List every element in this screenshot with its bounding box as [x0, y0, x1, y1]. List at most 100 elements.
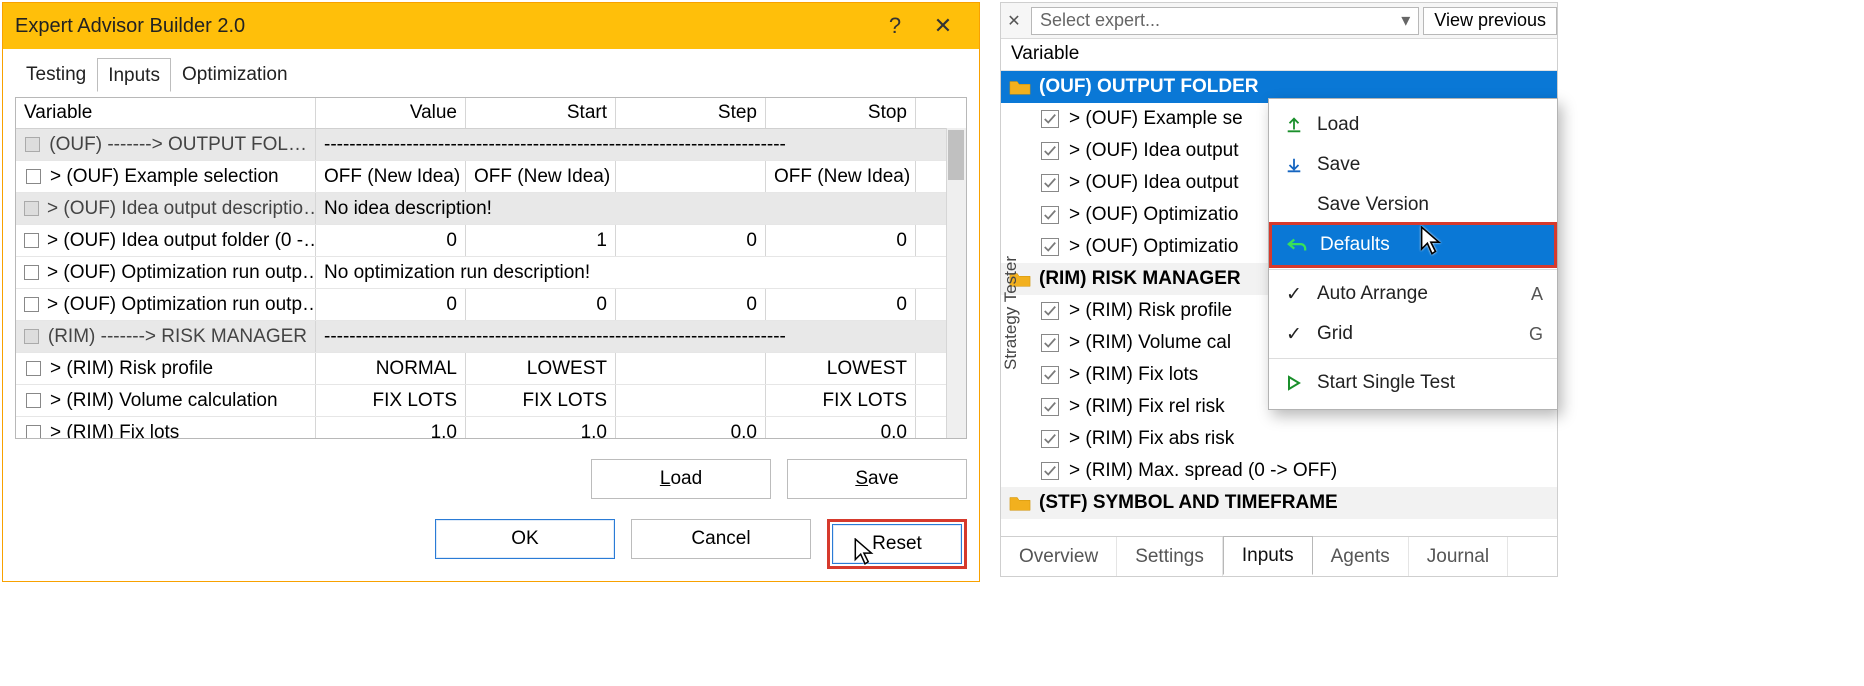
cell-value[interactable]: No optimization run description!	[316, 257, 966, 288]
cell-variable[interactable]: > (RIM) Fix lots	[16, 417, 316, 439]
view-previous-button[interactable]: View previous	[1423, 7, 1557, 35]
cell-start[interactable]: LOWEST	[466, 353, 616, 384]
grid-row[interactable]: > (OUF) Idea output folder (0 -…0100	[16, 225, 966, 257]
col-start[interactable]: Start	[466, 98, 616, 128]
checkbox-icon[interactable]	[1041, 366, 1059, 384]
grid-row[interactable]: > (OUF) Idea output descriptio…No idea d…	[16, 193, 966, 225]
cell-variable[interactable]: > (RIM) Risk profile	[16, 353, 316, 384]
cell-variable[interactable]: > (OUF) Optimization run outp…	[16, 257, 316, 288]
tab-journal[interactable]: Journal	[1409, 537, 1508, 576]
checkbox-icon[interactable]	[1041, 302, 1059, 320]
cell-variable[interactable]: > (OUF) Example selection	[16, 161, 316, 192]
cell-stop[interactable]: 0.0	[766, 417, 916, 439]
cell-start[interactable]: 0	[466, 289, 616, 320]
cell-stop[interactable]: LOWEST	[766, 353, 916, 384]
ctx-auto-arrange[interactable]: ✓ Auto Arrange A	[1269, 274, 1557, 314]
reset-button[interactable]: Reset	[832, 524, 962, 564]
cell-step[interactable]: 0	[616, 289, 766, 320]
cell-variable[interactable]: > (OUF) Idea output descriptio…	[16, 193, 316, 224]
tab-agents[interactable]: Agents	[1313, 537, 1409, 576]
checkbox-icon[interactable]	[26, 361, 41, 376]
checkbox-icon[interactable]	[26, 425, 41, 439]
checkbox-icon[interactable]	[24, 297, 39, 312]
cell-val[interactable]: 0	[316, 225, 466, 256]
cell-variable[interactable]: (RIM) -------> RISK MANAGER	[16, 321, 316, 352]
inputs-grid[interactable]: Variable Value Start Step Stop (OUF) ---…	[15, 97, 967, 439]
cell-variable[interactable]: > (OUF) Optimization run outp…	[16, 289, 316, 320]
load-button[interactable]: Load	[591, 459, 771, 499]
grid-row[interactable]: > (RIM) Volume calculationFIX LOTSFIX LO…	[16, 385, 966, 417]
cell-step[interactable]	[616, 161, 766, 192]
context-menu[interactable]: Load Save Save Version Defaults ✓ Auto A…	[1268, 98, 1558, 410]
tab-inputs[interactable]: Inputs	[97, 58, 171, 92]
col-variable[interactable]: Variable	[16, 98, 316, 128]
grid-row[interactable]: > (RIM) Fix lots1.01.00.00.0	[16, 417, 966, 439]
ctx-start-single-test[interactable]: Start Single Test	[1269, 363, 1557, 403]
grid-scrollbar[interactable]	[946, 128, 966, 438]
cell-stop[interactable]: FIX LOTS	[766, 385, 916, 416]
cell-variable[interactable]: > (RIM) Volume calculation	[16, 385, 316, 416]
cell-val[interactable]: 1.0	[316, 417, 466, 439]
checkbox-icon[interactable]	[26, 169, 41, 184]
checkbox-icon[interactable]	[1041, 398, 1059, 416]
grid-scroll-thumb[interactable]	[948, 130, 964, 180]
tab-overview[interactable]: Overview	[1001, 537, 1117, 576]
tree-item[interactable]: > (RIM) Max. spread (0 -> OFF)	[1001, 455, 1557, 487]
tab-optimization[interactable]: Optimization	[171, 57, 299, 91]
checkbox-icon[interactable]	[1041, 334, 1059, 352]
col-value[interactable]: Value	[316, 98, 466, 128]
grid-row[interactable]: > (OUF) Optimization run outp…0000	[16, 289, 966, 321]
cell-val[interactable]: 0	[316, 289, 466, 320]
cell-stop[interactable]: 0	[766, 289, 916, 320]
cell-step[interactable]: 0	[616, 225, 766, 256]
col-step[interactable]: Step	[616, 98, 766, 128]
cell-stop[interactable]: OFF (New Idea)	[766, 161, 916, 192]
cell-val[interactable]: NORMAL	[316, 353, 466, 384]
ctx-load[interactable]: Load	[1269, 105, 1557, 145]
ctx-grid[interactable]: ✓ Grid G	[1269, 314, 1557, 354]
ok-button[interactable]: OK	[435, 519, 615, 559]
checkbox-icon[interactable]	[1041, 142, 1059, 160]
checkbox-icon[interactable]	[1041, 110, 1059, 128]
cell-value[interactable]: ----------------------------------------…	[316, 129, 966, 160]
cell-start[interactable]: OFF (New Idea)	[466, 161, 616, 192]
checkbox-icon[interactable]	[24, 265, 39, 280]
checkbox-icon[interactable]	[26, 393, 41, 408]
grid-row[interactable]: > (RIM) Risk profileNORMALLOWESTLOWEST	[16, 353, 966, 385]
ctx-defaults[interactable]: Defaults	[1269, 225, 1557, 265]
cell-step[interactable]	[616, 353, 766, 384]
cell-step[interactable]	[616, 385, 766, 416]
tab-inputs[interactable]: Inputs	[1223, 536, 1313, 575]
checkbox-icon[interactable]	[1041, 174, 1059, 192]
ctx-save-version[interactable]: Save Version	[1269, 185, 1557, 225]
grid-row[interactable]: > (OUF) Optimization run outp…No optimiz…	[16, 257, 966, 289]
tab-settings[interactable]: Settings	[1117, 537, 1223, 576]
checkbox-icon[interactable]	[1041, 430, 1059, 448]
grid-row[interactable]: (OUF) -------> OUTPUT FOL…--------------…	[16, 129, 966, 161]
checkbox-icon[interactable]	[1041, 238, 1059, 256]
dialog-titlebar[interactable]: Expert Advisor Builder 2.0 ? ✕	[3, 3, 979, 49]
cell-variable[interactable]: > (OUF) Idea output folder (0 -…	[16, 225, 316, 256]
col-stop[interactable]: Stop	[766, 98, 916, 128]
expert-select[interactable]: Select expert... ▾	[1031, 7, 1419, 35]
close-button[interactable]: ✕	[919, 3, 967, 49]
cell-val[interactable]: OFF (New Idea)	[316, 161, 466, 192]
cell-val[interactable]: FIX LOTS	[316, 385, 466, 416]
cell-stop[interactable]: 0	[766, 225, 916, 256]
cancel-button[interactable]: Cancel	[631, 519, 811, 559]
checkbox-icon[interactable]	[24, 233, 39, 248]
cell-value[interactable]: ----------------------------------------…	[316, 321, 966, 352]
cell-start[interactable]: FIX LOTS	[466, 385, 616, 416]
checkbox-icon[interactable]	[1041, 206, 1059, 224]
tab-testing[interactable]: Testing	[15, 57, 97, 91]
grid-row[interactable]: (RIM) -------> RISK MANAGER-------------…	[16, 321, 966, 353]
help-button[interactable]: ?	[871, 3, 919, 49]
cell-variable[interactable]: (OUF) -------> OUTPUT FOL…	[16, 129, 316, 160]
panel-close-icon[interactable]: ✕	[1001, 11, 1027, 31]
cell-start[interactable]: 1	[466, 225, 616, 256]
cell-value[interactable]: No idea description!	[316, 193, 966, 224]
ctx-save[interactable]: Save	[1269, 145, 1557, 185]
cell-step[interactable]: 0.0	[616, 417, 766, 439]
save-button[interactable]: Save	[787, 459, 967, 499]
tree-group-stf[interactable]: (STF) SYMBOL AND TIMEFRAME	[1001, 487, 1557, 519]
